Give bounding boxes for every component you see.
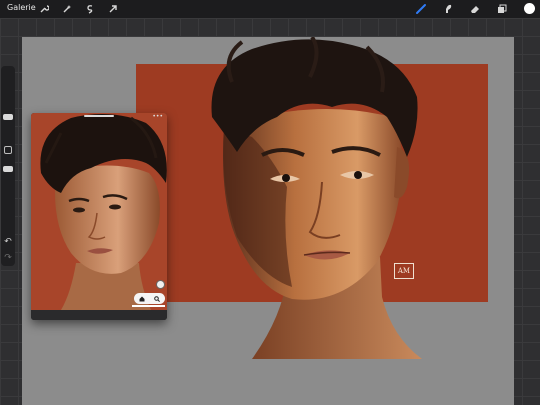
opacity-slider[interactable] <box>3 166 13 172</box>
home-icon[interactable] <box>139 296 145 302</box>
eraser-icon[interactable] <box>468 2 482 16</box>
search-icon[interactable] <box>154 295 161 302</box>
reference-scrub-line <box>132 305 165 307</box>
transform-arrow-icon[interactable] <box>106 2 120 16</box>
brush-size-slider[interactable] <box>3 114 13 120</box>
gallery-button[interactable]: Galerie <box>7 3 36 12</box>
reference-bottom-bar <box>31 310 167 320</box>
smudge-icon[interactable] <box>441 2 455 16</box>
modify-button[interactable] <box>4 146 12 154</box>
selection-icon[interactable] <box>83 2 97 16</box>
reference-photo <box>31 113 167 310</box>
left-sidebar: ↶ ↷ <box>1 66 15 266</box>
reference-controls <box>134 293 165 304</box>
more-icon[interactable]: ••• <box>152 113 163 120</box>
undo-icon[interactable]: ↶ <box>3 237 13 247</box>
reference-window[interactable]: ••• <box>31 113 167 320</box>
brush-icon[interactable] <box>414 2 428 16</box>
layers-icon[interactable] <box>495 2 509 16</box>
window-drag-handle[interactable] <box>84 115 114 117</box>
signature-mark: AM <box>394 263 414 279</box>
magic-wand-icon[interactable] <box>60 2 74 16</box>
painted-portrait <box>211 37 422 359</box>
redo-icon[interactable]: ↷ <box>3 253 13 263</box>
wrench-icon[interactable] <box>37 2 51 16</box>
top-toolbar: Galerie <box>0 0 540 18</box>
color-picker-button[interactable] <box>524 3 535 14</box>
zoom-icon[interactable] <box>156 280 165 289</box>
